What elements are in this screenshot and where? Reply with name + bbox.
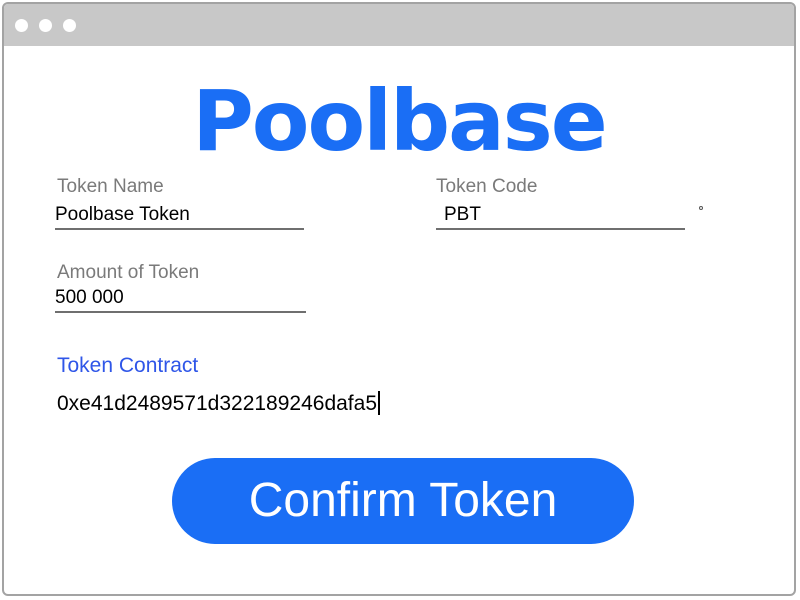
page-content: Poolbase Token Name Poolbase Token Token…	[4, 46, 794, 594]
amount-field[interactable]: 500 000	[55, 287, 306, 313]
token-contract-value: 0xe41d2489571d322189246dafa5	[57, 392, 377, 415]
token-name-label: Token Name	[57, 176, 164, 197]
browser-window: Poolbase Token Name Poolbase Token Token…	[2, 2, 796, 596]
window-dot-icon[interactable]	[39, 19, 52, 32]
small-dot-icon	[699, 206, 703, 210]
amount-label: Amount of Token	[57, 262, 200, 283]
token-code-label: Token Code	[436, 176, 538, 197]
token-code-field[interactable]: PBT	[436, 204, 685, 230]
window-dot-icon[interactable]	[63, 19, 76, 32]
poolbase-logo: Poolbase	[192, 72, 608, 170]
window-titlebar	[4, 4, 794, 46]
token-contract-input[interactable]: 0xe41d2489571d322189246dafa5	[57, 391, 380, 416]
confirm-token-button[interactable]: Confirm Token	[172, 458, 634, 544]
token-name-field[interactable]: Poolbase Token	[55, 204, 304, 230]
window-dot-icon[interactable]	[15, 19, 28, 32]
text-cursor	[378, 391, 380, 415]
token-contract-label: Token Contract	[57, 354, 199, 377]
